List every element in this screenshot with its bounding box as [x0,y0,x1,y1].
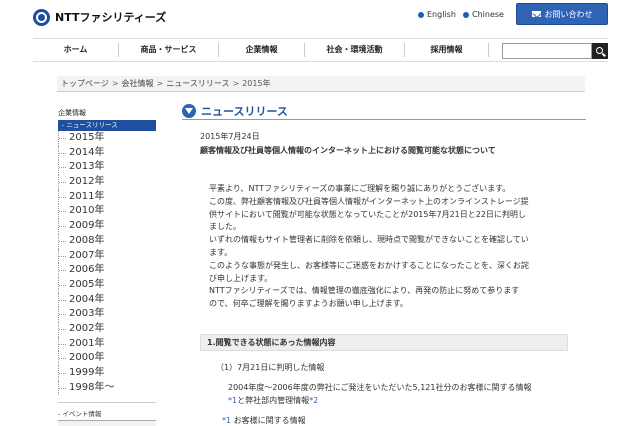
breadcrumb-current: 2015年 [242,79,271,88]
contact-button[interactable]: お問い合わせ [516,3,608,25]
nav-company-info[interactable]: 企業情報 [219,43,305,57]
footnote-text: お客様に関する情報 [233,416,306,425]
info-item-1-line: 2004年度～2006年度の弊社にご発注をいただいた5,121社分のお客様に関す… [228,383,532,392]
sidebar-heading[interactable]: 企業情報 [58,108,86,118]
sidebar-year-1998-earlier[interactable]: 1998年～ [58,380,156,396]
global-nav: ホーム 商品・サービス 企業情報 社会・環境活動 採用情報 [33,38,608,62]
breadcrumb-separator: > [156,79,164,88]
body-line: び申し上げます。 [209,273,273,283]
body-line: いずれの情報もサイト管理者に削除を依頼し、現時点で閲覧ができないことを確認してい [209,235,529,245]
mail-icon [531,11,541,17]
search-button[interactable] [592,43,608,59]
lang-english-link[interactable]: English [418,10,456,19]
search-icon [596,47,603,54]
breadcrumb-top[interactable]: トップページ [61,78,109,89]
release-date: 2015年7月24日 [200,132,260,141]
lang-english-label: English [427,10,456,19]
sidebar-year-2014[interactable]: 2014年 [58,145,156,161]
sidebar-year-2000[interactable]: 2000年 [58,351,156,366]
nav-home[interactable]: ホーム [33,43,119,57]
breadcrumb-news[interactable]: ニュースリリース [166,78,229,89]
footnote-ref-1[interactable]: *1 [228,396,237,405]
arrow-down-icon [182,103,196,118]
info-subheading: 1.閲覧できる状態にあった情報内容 [200,334,568,351]
body-line: 平素より、NTTファシリティーズの事業にご理解を賜り誠にありがとうございます。 [209,184,511,193]
footnote-1: *1 お客様に関する情報 [222,415,306,426]
sidebar-year-2007[interactable]: 2007年 [58,248,156,264]
release-body: 平素より、NTTファシリティーズの事業にご理解を賜り誠にありがとうございます。 … [209,183,579,311]
release-headline: 顧客情報及び社員等個人情報のインターネット上における閲覧可能な状態について [200,146,496,155]
sidebar-year-2005[interactable]: 2005年 [58,277,156,293]
sidebar-year-2006[interactable]: 2006年 [58,263,156,278]
sidebar-year-1999[interactable]: 1999年 [58,366,156,381]
nav-recruit[interactable]: 採用情報 [405,43,489,57]
breadcrumb-separator: > [232,79,240,88]
sidebar-year-list: 2015年 2014年 2013年 2012年 2011年 2010年 2009… [58,131,156,396]
section-title: ニュースリリース [182,102,586,120]
breadcrumb-separator: > [111,79,119,88]
breadcrumb: トップページ > 会社情報 > ニュースリリース > 2015年 [57,76,585,92]
sidebar-year-2013[interactable]: 2013年 [58,160,156,176]
sidebar-year-2001[interactable]: 2001年 [58,336,156,352]
contact-label: お問い合わせ [544,9,593,19]
sidebar-year-2011[interactable]: 2011年 [58,189,156,205]
info-item-1-body: 2004年度～2006年度の弊社にご発注をいただいた5,121社分のお客様に関す… [228,381,578,407]
sidebar-item-news-release[interactable]: - ニュースリリース [58,120,156,131]
sidebar-year-2008[interactable]: 2008年 [58,233,156,249]
breadcrumb-company[interactable]: 会社情報 [122,78,154,89]
logo-text: NTTファシリティーズ [55,11,167,24]
footnote-mark: *1 [222,416,232,425]
sidebar-year-2015[interactable]: 2015年 [58,131,156,146]
sidebar-divider [58,402,156,403]
sidebar-year-2002[interactable]: 2002年 [58,321,156,337]
nav-social-environment[interactable]: 社会・環境活動 [305,43,405,57]
globe-icon [418,11,424,18]
sidebar-year-2010[interactable]: 2010年 [58,204,156,220]
body-line: 供サイトにおいて閲覧が可能な状態となっていたことが2015年7月21日と22日に… [209,209,526,219]
body-line: ので、何卒ご理解を賜りますようお願い申し上げます。 [209,299,408,309]
info-item-1-mid: と弊社部内管理情報 [237,396,310,405]
sidebar-item-events[interactable]: - イベント情報 [58,408,101,418]
body-line: ます。 [209,247,233,257]
lang-chinese-label: Chinese [472,10,504,19]
body-line: この度、弊社顧客情報及び社員等個人情報がインターネット上のオンラインストレージ提 [209,196,529,206]
globe-icon [463,11,469,18]
search-input[interactable] [502,43,592,59]
sidebar-next-block [58,420,156,426]
sidebar-year-2004[interactable]: 2004年 [58,292,156,308]
body-line: ました。 [209,222,241,232]
sidebar-year-2012[interactable]: 2012年 [58,175,156,190]
lang-chinese-link[interactable]: Chinese [463,10,504,19]
ntt-logo-icon [33,8,50,26]
footnote-ref-2[interactable]: *2 [309,396,318,405]
ntt-logo[interactable]: NTTファシリティーズ [33,7,166,27]
info-item-1: （1）7月21日に判明した情報 [216,363,325,372]
sidebar-year-2009[interactable]: 2009年 [58,219,156,234]
section-title-text: ニュースリリース [201,104,288,118]
nav-products-services[interactable]: 商品・サービス [119,43,219,57]
sidebar-year-2003[interactable]: 2003年 [58,307,156,322]
body-line: このような事態が発生し、お客様等にご迷惑をおかけすることになったことを、深くお詫 [209,260,529,270]
body-line: NTTファシリティーズでは、情報管理の徹底強化により、再発の防止に努めて参ります [209,286,520,296]
